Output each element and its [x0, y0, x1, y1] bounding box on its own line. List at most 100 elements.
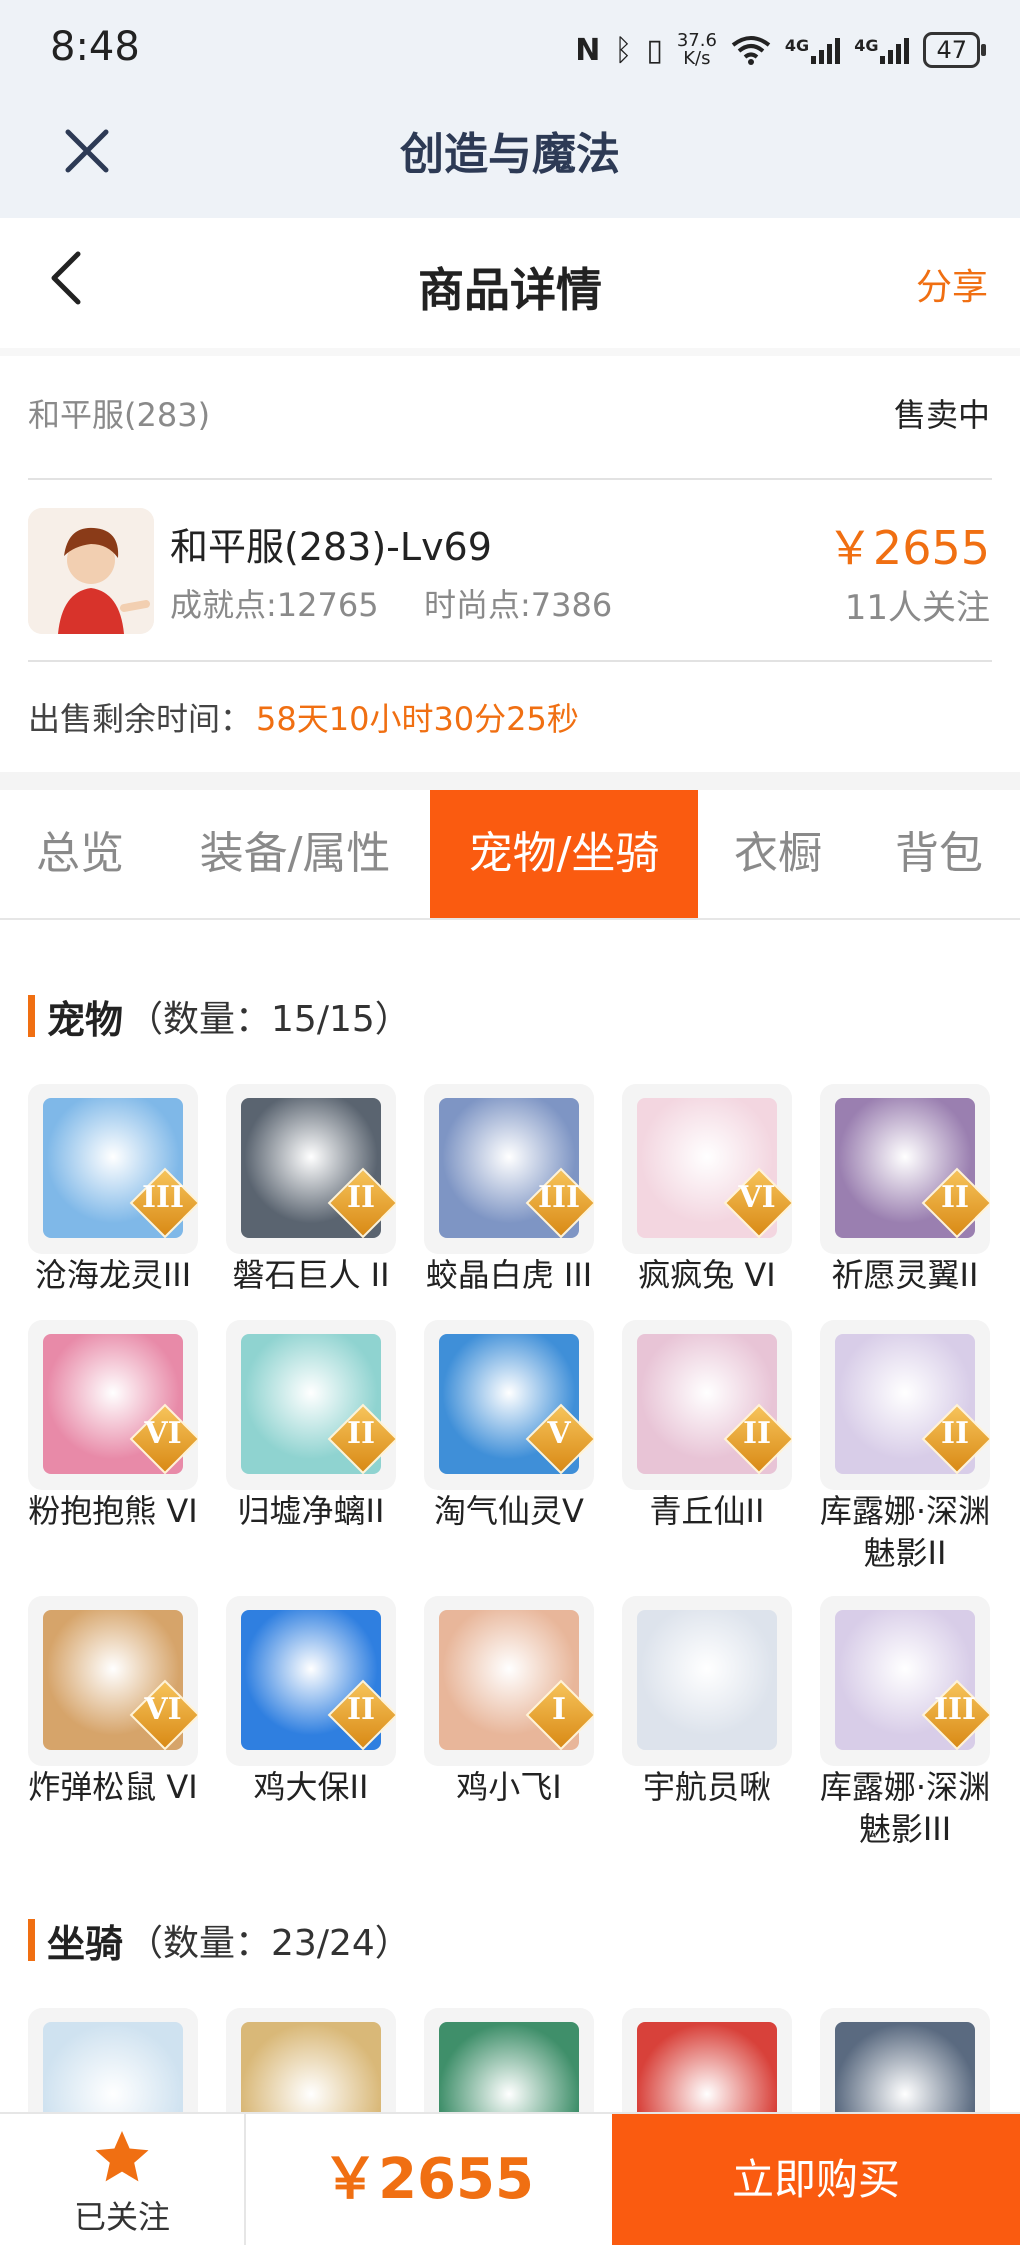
- app-title: 创造与魔法: [400, 129, 620, 180]
- fashion-points: 时尚点:7386: [424, 586, 613, 624]
- tab-pets-mounts[interactable]: 宠物/坐骑: [430, 790, 698, 918]
- follow-label: 已关注: [73, 2198, 170, 2236]
- signal-bars-icon: [880, 36, 910, 64]
- mount-card[interactable]: [28, 2008, 198, 2112]
- mount-card[interactable]: [226, 2008, 396, 2112]
- pet-card[interactable]: II: [226, 1084, 396, 1254]
- pet-name: 祈愿灵翼II: [831, 1256, 979, 1294]
- vibrate-icon: ▯: [646, 32, 663, 68]
- pet-name: 宇航员啾: [642, 1768, 771, 1806]
- character-portrait-icon: [28, 508, 154, 634]
- mount-card[interactable]: [424, 2008, 594, 2112]
- shovel-icon: [835, 2022, 975, 2112]
- pet-level: III: [537, 1180, 581, 1215]
- character-avatar[interactable]: [28, 508, 154, 634]
- pet-level: VI: [144, 1692, 182, 1727]
- pet-name: 库露娜·深渊魅影II: [819, 1492, 991, 1572]
- pet-card[interactable]: II: [622, 1320, 792, 1490]
- pet-level: II: [346, 1180, 376, 1215]
- pet-card[interactable]: VI: [622, 1084, 792, 1254]
- pet-card[interactable]: III: [820, 1596, 990, 1766]
- pet-name: 青丘仙II: [649, 1492, 765, 1530]
- section-accent-bar: [28, 1919, 35, 1961]
- pet-card[interactable]: II: [820, 1320, 990, 1490]
- pet-card[interactable]: II: [226, 1596, 396, 1766]
- signal-1: 4G: [785, 36, 841, 64]
- status-bar: 8:48 N ᛒ ▯ 37.6 K/s 4G 4G 47: [0, 0, 1020, 100]
- sale-status: 售卖中: [893, 396, 990, 434]
- follower-count: 11人关注: [844, 588, 990, 628]
- pet-card[interactable]: VI: [28, 1596, 198, 1766]
- pet-name: 粉抱抱熊 VI: [28, 1492, 198, 1530]
- page-title: 商品详情: [418, 263, 602, 317]
- pet-level: VI: [144, 1416, 182, 1451]
- pet-level: I: [551, 1692, 567, 1727]
- pet-name: 淘气仙灵V: [434, 1492, 584, 1530]
- pet-card[interactable]: V: [424, 1320, 594, 1490]
- nfc-icon: N: [575, 32, 601, 68]
- divider: [28, 660, 992, 662]
- status-icons: N ᛒ ▯ 37.6 K/s 4G 4G 47: [575, 28, 986, 72]
- pets-section-header: 宠物 （数量：15/15）: [28, 992, 411, 1042]
- buy-now-button[interactable]: 立即购买: [612, 2114, 1020, 2245]
- bottom-bar: 已关注 ￥2655 立即购买: [0, 2112, 1020, 2245]
- pet-name: 鸡小飞I: [456, 1768, 562, 1806]
- achievement-points: 成就点:12765: [170, 586, 379, 624]
- divider: [28, 478, 992, 480]
- pet-card[interactable]: II: [226, 1320, 396, 1490]
- wifi-icon: [731, 36, 771, 65]
- mounts-section-count: （数量：23/24）: [127, 1923, 411, 1964]
- pet-name: 库露娜·深渊魅影III: [819, 1768, 991, 1848]
- section-gap: [0, 348, 1020, 356]
- signal-bars-icon: [811, 36, 841, 64]
- mounts-section-title: 坐骑: [47, 1921, 124, 1966]
- tab-equipment[interactable]: 装备/属性: [160, 790, 430, 918]
- pet-card[interactable]: III: [424, 1084, 594, 1254]
- listing-price: ￥2655: [826, 521, 990, 575]
- pet-name: 疯疯兔 VI: [638, 1256, 776, 1294]
- pet-level: V: [547, 1416, 571, 1451]
- tab-wardrobe[interactable]: 衣橱: [698, 790, 858, 918]
- white-horse-icon: [43, 2022, 183, 2112]
- follow-button[interactable]: 已关注: [0, 2114, 246, 2245]
- pet-name: 沧海龙灵III: [34, 1256, 192, 1294]
- character-name: 和平服(283)-Lv69: [170, 525, 492, 569]
- tab-backpack[interactable]: 背包: [858, 790, 1020, 918]
- star-icon: [95, 2131, 149, 2182]
- detail-tabs: 总览 装备/属性 宠物/坐骑 衣橱 背包: [0, 790, 1020, 920]
- tab-overview[interactable]: 总览: [0, 790, 160, 918]
- app-bar: 创造与魔法: [0, 100, 1020, 218]
- signal-2: 4G: [854, 36, 910, 64]
- green-dragon-icon: [439, 2022, 579, 2112]
- pet-level: II: [346, 1416, 376, 1451]
- remaining-time-label: 出售剩余时间：: [28, 700, 253, 738]
- pet-card[interactable]: [622, 1596, 792, 1766]
- remaining-time-value: 58天10小时30分25秒: [256, 700, 579, 738]
- pet-name: 炸弹松鼠 VI: [28, 1768, 198, 1806]
- section-accent-bar: [28, 995, 35, 1037]
- pet-card[interactable]: I: [424, 1596, 594, 1766]
- pet-level: II: [940, 1180, 970, 1215]
- pet-card[interactable]: II: [820, 1084, 990, 1254]
- pet-level: III: [933, 1692, 977, 1727]
- pet-name: 鸡大保II: [253, 1768, 369, 1806]
- page-header: 商品详情 分享: [0, 218, 1020, 348]
- pets-section-count: （数量：15/15）: [127, 999, 411, 1040]
- mount-card[interactable]: [820, 2008, 990, 2112]
- pet-level: II: [742, 1416, 772, 1451]
- pet-level: II: [940, 1416, 970, 1451]
- bottom-price: ￥2655: [322, 2147, 534, 2212]
- pet-level: III: [141, 1180, 185, 1215]
- pet-card[interactable]: VI: [28, 1320, 198, 1490]
- share-button[interactable]: 分享: [916, 258, 988, 310]
- pet-level: VI: [738, 1180, 776, 1215]
- pet-card[interactable]: III: [28, 1084, 198, 1254]
- pet-name: 蛟晶白虎 III: [425, 1256, 593, 1294]
- section-gap: [0, 772, 1020, 790]
- pet-level: II: [346, 1692, 376, 1727]
- pets-section-title: 宠物: [47, 997, 124, 1042]
- drum-icon: [637, 2022, 777, 2112]
- mounts-section-header: 坐骑 （数量：23/24）: [28, 1916, 411, 1966]
- server-name: 和平服(283): [28, 396, 211, 434]
- mount-card[interactable]: [622, 2008, 792, 2112]
